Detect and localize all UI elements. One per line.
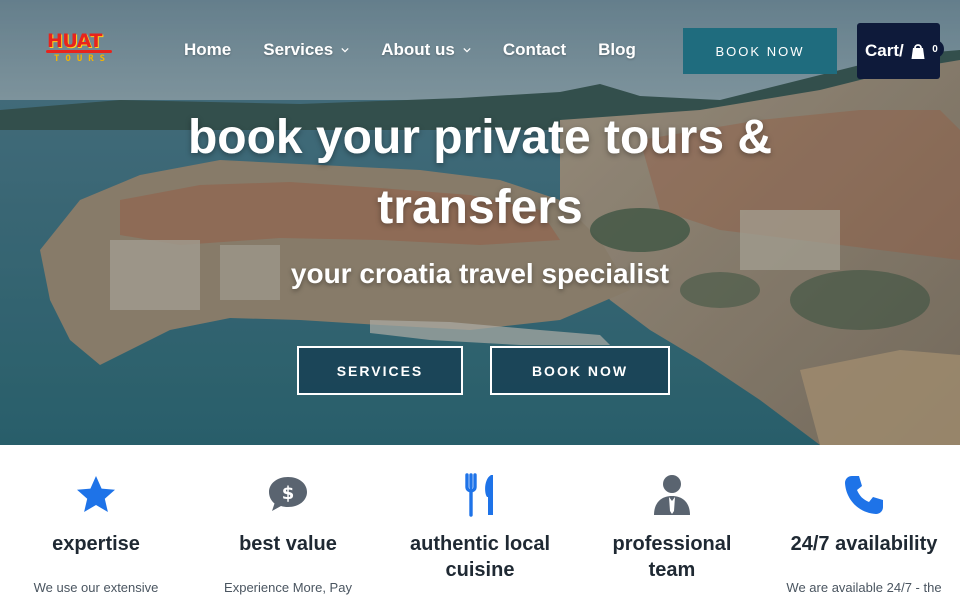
nav-item-services[interactable]: Services [263, 38, 349, 62]
hero-services-button[interactable]: SERVICES [297, 346, 463, 395]
nav-item-label: Contact [502, 40, 567, 59]
nav-item-about-us[interactable]: About us [381, 38, 471, 62]
nav-item-home[interactable]: Home [184, 38, 231, 62]
main-navigation: Home Services About us Contact Blog [184, 38, 636, 62]
hero-title-line-1: book your private tours & [187, 111, 773, 164]
feature-title-line-2: cuisine [445, 559, 515, 581]
feature-description: We are available 24/7 - the [786, 580, 942, 595]
nav-item-label: Services [263, 40, 334, 59]
cart-label: Cart/ [865, 41, 904, 60]
logo-swoosh [46, 50, 112, 53]
nav-item-label: About us [381, 40, 455, 59]
feature-title-line-2: team [648, 559, 696, 581]
fork-knife-icon [465, 473, 493, 517]
feature-title: best value [239, 533, 337, 555]
feature-title: 24/7 availability [790, 533, 938, 555]
header-book-now-button[interactable]: BOOK NOW [683, 28, 837, 74]
chevron-down-icon [341, 47, 349, 53]
hero-subtitle: your croatia travel specialist [290, 258, 670, 289]
logo-wordmark: HUAT [47, 30, 102, 52]
svg-text:$: $ [282, 483, 295, 504]
money-chat-icon: $ [269, 477, 307, 511]
feature-description: Experience More, Pay [224, 580, 352, 595]
feature-description: We use our extensive [33, 580, 159, 595]
feature-title-line-1: authentic local [409, 533, 551, 555]
businessman-icon [654, 475, 690, 515]
phone-icon [845, 476, 883, 514]
feature-title: authentic local cuisine [384, 531, 576, 583]
features-section: expertise We use our extensive $ best va… [0, 445, 960, 600]
nav-item-label: Blog [598, 40, 636, 59]
hero-title: book your private tours & transfers [80, 103, 880, 243]
shopping-bag-icon [911, 44, 925, 59]
feature-title: professional team [576, 531, 768, 583]
nav-item-label: Home [184, 40, 232, 59]
cart-count-badge: 0 [926, 40, 944, 58]
nav-item-contact[interactable]: Contact [503, 38, 566, 62]
star-icon [77, 476, 115, 512]
hero-book-now-button[interactable]: BOOK NOW [490, 346, 670, 395]
hero-title-line-2: transfers [377, 181, 583, 234]
chevron-down-icon [463, 47, 471, 53]
site-logo[interactable]: HUAT TOURS [44, 28, 116, 72]
logo-subtext: TOURS [54, 54, 112, 64]
feature-title: expertise [52, 533, 140, 555]
hero-section: HUAT TOURS Home Services About us Contac… [0, 0, 960, 445]
feature-title-line-1: professional [612, 533, 732, 555]
nav-item-blog[interactable]: Blog [598, 38, 636, 62]
